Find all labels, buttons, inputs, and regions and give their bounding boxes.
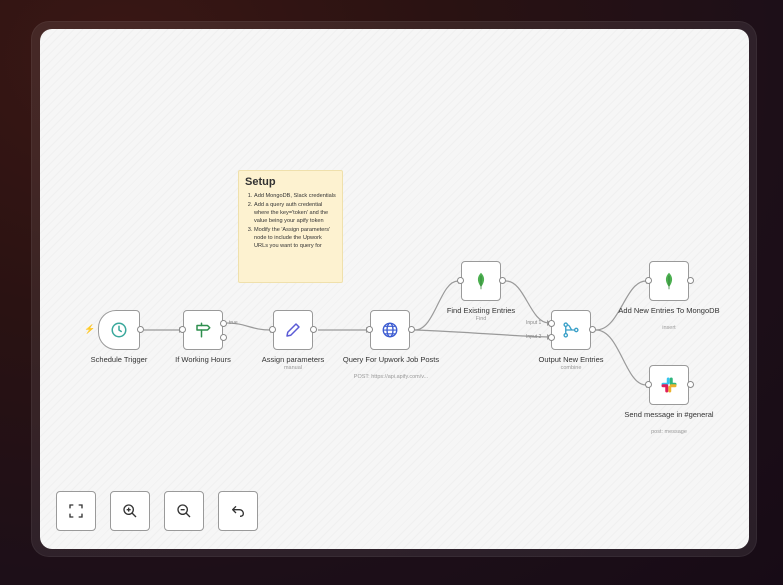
node-subtitle: post: message <box>651 429 687 435</box>
slack-icon <box>661 377 677 393</box>
trigger-bolt-icon: ⚡ <box>84 324 96 334</box>
output-port[interactable] <box>687 277 694 284</box>
node-query-upwork[interactable] <box>370 310 410 350</box>
node-schedule-trigger[interactable] <box>98 310 140 350</box>
output-port[interactable] <box>499 277 506 284</box>
fit-view-button[interactable] <box>56 491 96 531</box>
note-step: Modify the 'Assign parameters' node to i… <box>254 226 336 250</box>
output-port-true[interactable] <box>220 320 227 327</box>
input-port[interactable] <box>366 326 373 333</box>
input-port[interactable] <box>457 277 464 284</box>
node-assign-parameters[interactable] <box>273 310 313 350</box>
node-label: Send message in #general <box>624 410 714 419</box>
node-label: Output New Entries <box>538 355 604 364</box>
zoom-out-icon <box>177 504 191 518</box>
edge-label-true: true <box>229 320 238 326</box>
node-label: Assign parameters <box>261 355 325 364</box>
node-subtitle: insert <box>662 325 676 331</box>
note-steps: Add MongoDB, Slack credentials Add a que… <box>245 192 336 250</box>
pencil-icon <box>286 323 300 337</box>
node-output-new-entries[interactable] <box>551 310 591 350</box>
undo-icon <box>232 505 245 517</box>
setup-sticky-note[interactable]: Setup Add MongoDB, Slack credentials Add… <box>238 170 343 283</box>
zoom-out-button[interactable] <box>164 491 204 531</box>
output-port[interactable] <box>137 326 144 333</box>
workflow-canvas[interactable]: Setup Add MongoDB, Slack credentials Add… <box>40 29 749 549</box>
output-port[interactable] <box>310 326 317 333</box>
input-port[interactable] <box>645 381 652 388</box>
zoom-in-button[interactable] <box>110 491 150 531</box>
input-port-2[interactable] <box>548 334 555 341</box>
connections-layer <box>144 278 650 388</box>
zoom-in-icon <box>123 504 137 518</box>
node-subtitle: POST: https://api.apify.com/v... <box>353 374 429 380</box>
input-port[interactable] <box>645 277 652 284</box>
clock-icon <box>111 322 127 338</box>
output-port[interactable] <box>687 381 694 388</box>
node-find-existing[interactable] <box>461 261 501 301</box>
note-title: Setup <box>245 176 276 188</box>
note-step: Add MongoDB, Slack credentials <box>254 192 336 200</box>
input-label-2: Input 2 <box>526 334 542 340</box>
output-port[interactable] <box>589 326 596 333</box>
reset-zoom-button[interactable] <box>218 491 258 531</box>
input-port[interactable] <box>179 326 186 333</box>
node-subtitle: manual <box>283 365 303 371</box>
node-add-new-entries[interactable] <box>649 261 689 301</box>
node-if-working-hours[interactable] <box>183 310 223 350</box>
globe-icon <box>382 322 398 338</box>
fit-to-view-icon <box>69 504 83 518</box>
note-step: Add a query auth credential where the ke… <box>254 201 336 225</box>
node-label: Query For Upwork Job Posts <box>342 355 440 364</box>
node-subtitle: combine <box>560 365 582 371</box>
input-port[interactable] <box>269 326 276 333</box>
merge-icon <box>563 322 579 338</box>
node-label: Find Existing Entries <box>446 306 516 315</box>
mongodb-leaf-icon <box>477 272 485 290</box>
input-label-1: Input 1 <box>526 320 542 326</box>
node-send-slack-message[interactable] <box>649 365 689 405</box>
output-port[interactable] <box>408 326 415 333</box>
node-subtitle: Find <box>475 316 487 322</box>
input-port-1[interactable] <box>548 320 555 327</box>
output-port-false[interactable] <box>220 334 227 341</box>
mongodb-leaf-icon <box>665 272 673 290</box>
signpost-icon <box>196 322 211 338</box>
node-label: Add New Entries To MongoDB <box>618 306 720 315</box>
